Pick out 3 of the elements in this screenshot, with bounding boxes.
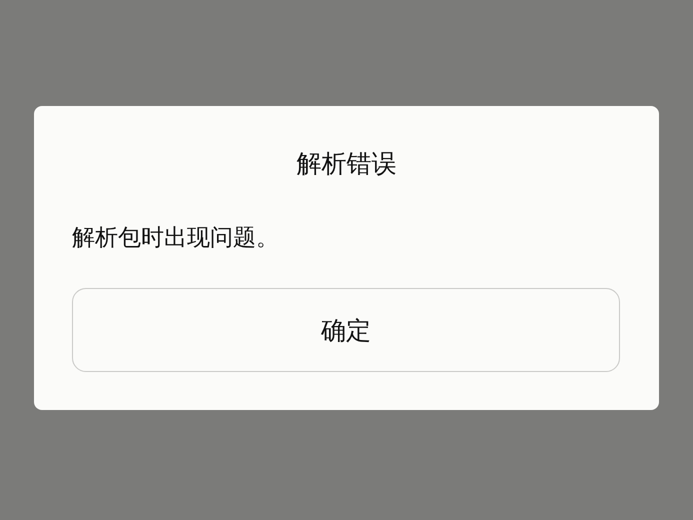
confirm-button[interactable]: 确定	[72, 288, 620, 372]
dialog-message: 解析包时出现问题。	[72, 224, 280, 253]
dialog-title: 解析错误	[296, 148, 398, 180]
